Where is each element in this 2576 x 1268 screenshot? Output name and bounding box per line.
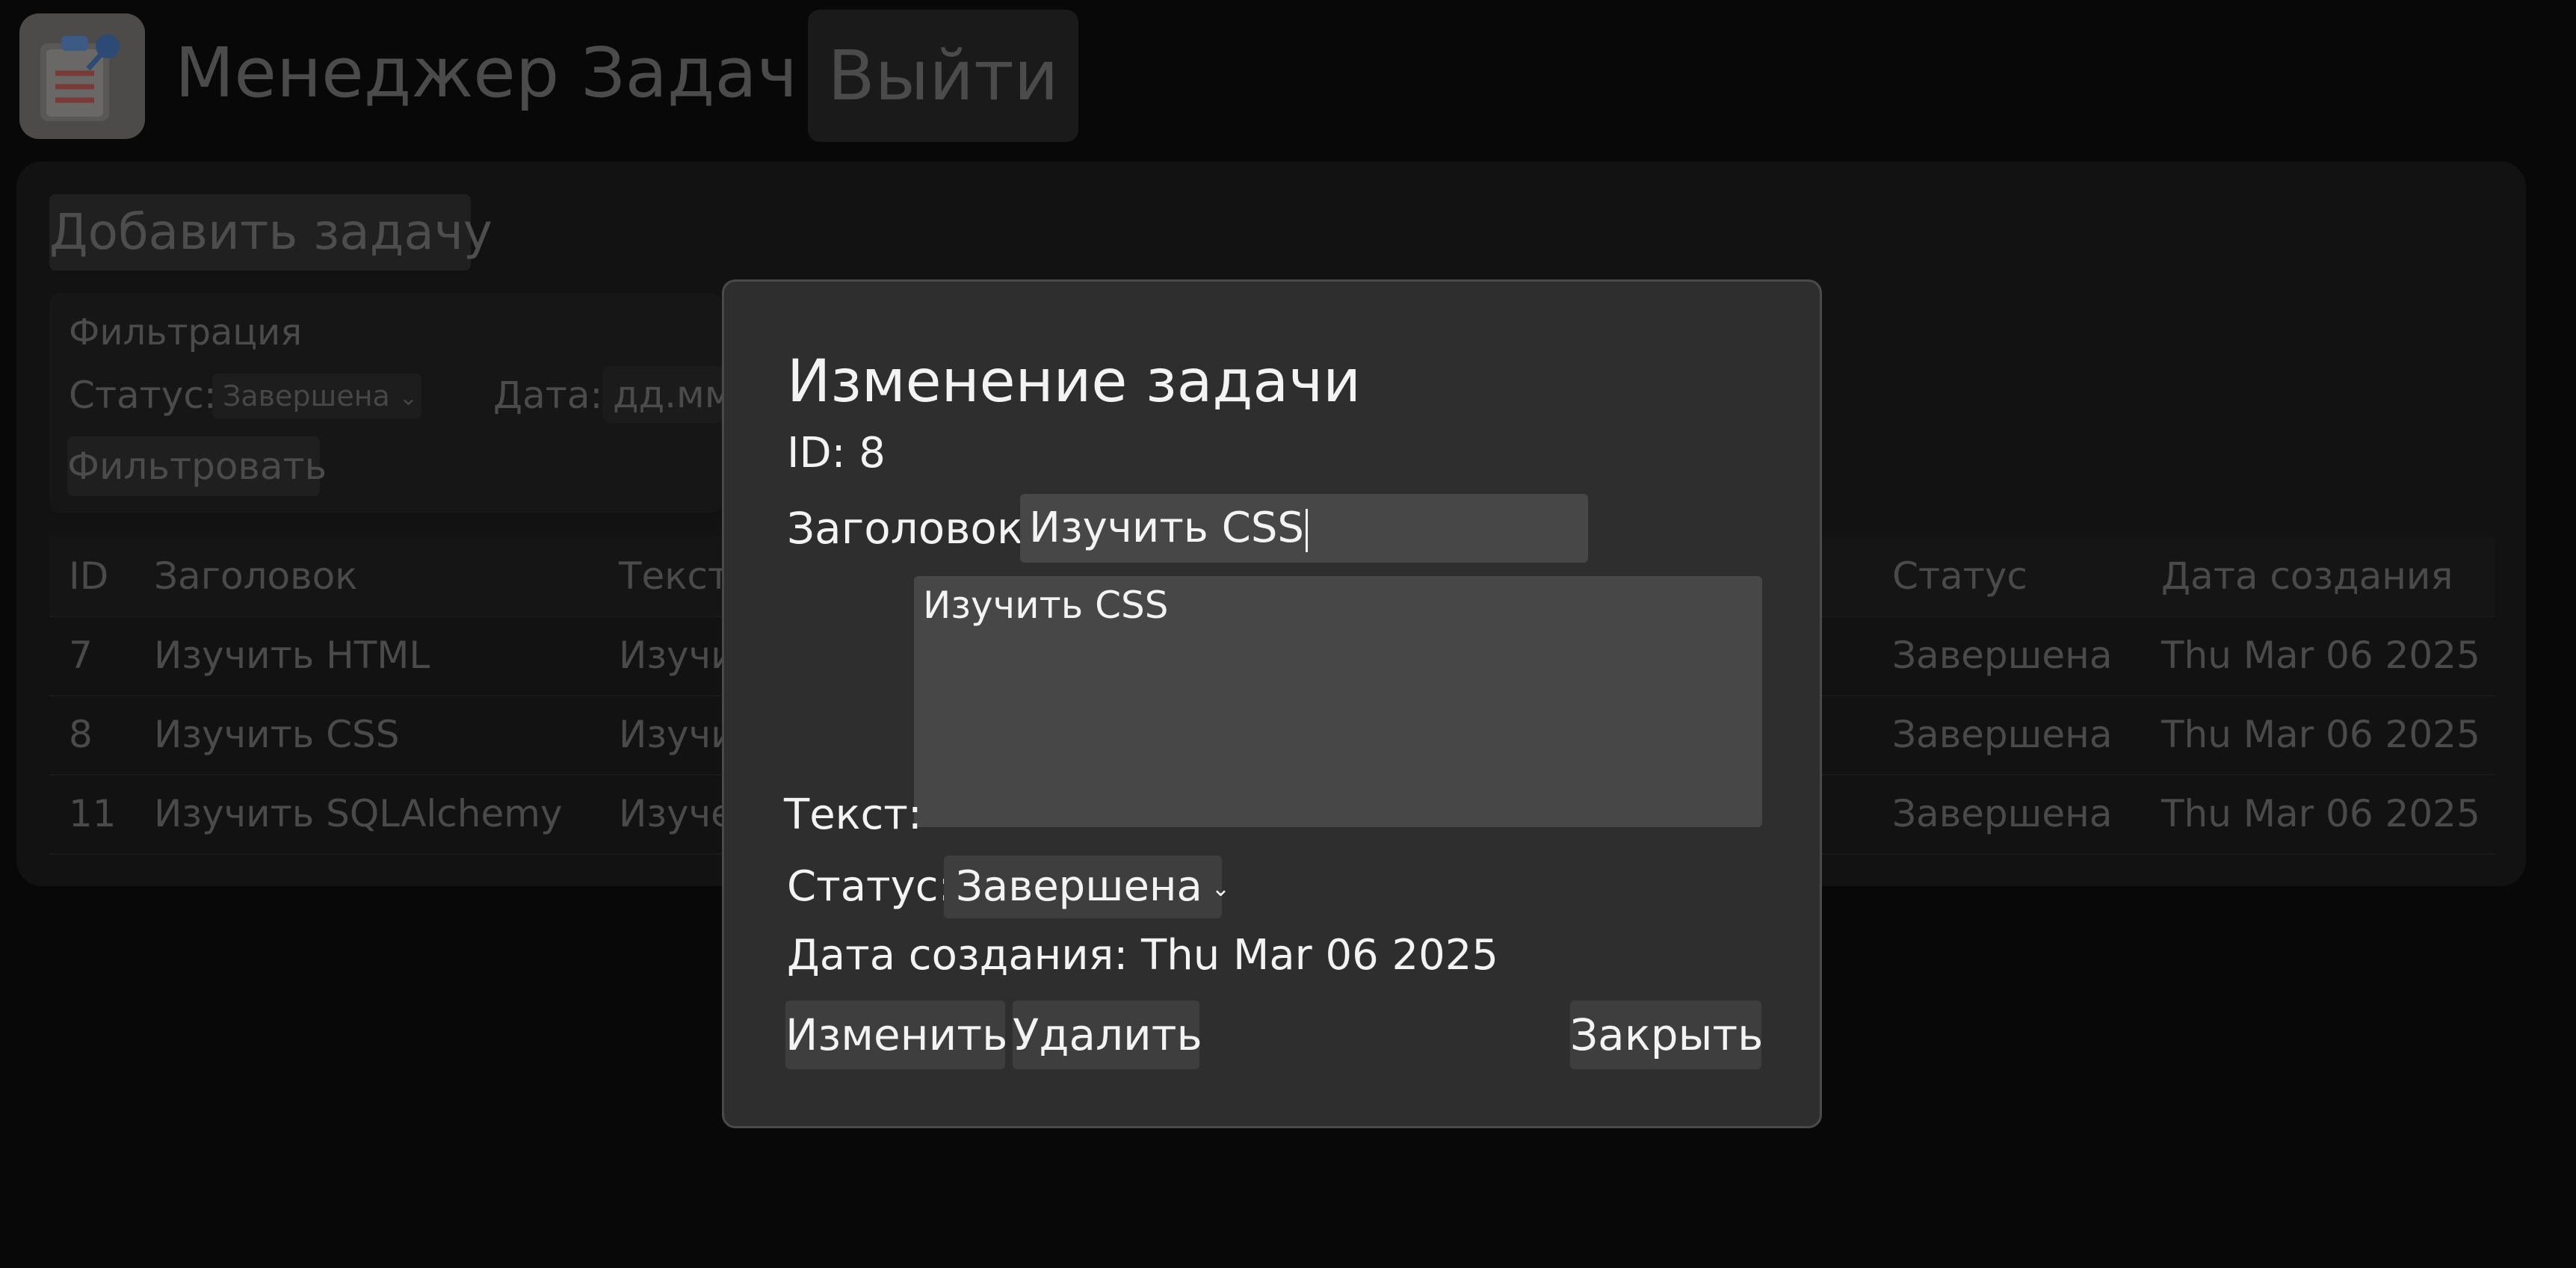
status-field-label: Статус: bbox=[787, 862, 953, 911]
chevron-down-icon: ⌄ bbox=[1211, 875, 1230, 902]
title-field-label: Заголовок: bbox=[787, 503, 1038, 554]
delete-button[interactable]: Удалить bbox=[1013, 1001, 1202, 1069]
title-input[interactable]: Изучить CSS bbox=[1020, 494, 1588, 563]
cell-date: Thu Mar 06 2025 bbox=[2161, 713, 2480, 756]
title-input-value: Изучить CSS bbox=[1029, 504, 1304, 552]
status-select-value: Завершена bbox=[956, 862, 1202, 911]
cell-status: Завершена bbox=[1892, 634, 2113, 677]
close-button[interactable]: Закрыть bbox=[1570, 1001, 1763, 1069]
cell-date: Thu Mar 06 2025 bbox=[2161, 634, 2480, 677]
cell-text: Изуче bbox=[619, 792, 734, 835]
cell-id: 7 bbox=[69, 634, 93, 677]
app-logo bbox=[19, 13, 145, 139]
text-field-label: Текст: bbox=[784, 791, 922, 839]
column-header-title: Заголовок bbox=[154, 554, 358, 598]
cell-text: Изучи bbox=[619, 713, 735, 756]
cell-title: Изучить SQLAlchemy bbox=[154, 792, 563, 835]
filter-status-label: Статус: bbox=[69, 374, 217, 417]
cell-text: Изучи bbox=[619, 634, 735, 677]
filter-status-value: Завершена bbox=[223, 380, 390, 412]
edit-button[interactable]: Изменить bbox=[785, 1001, 1007, 1069]
cell-id: 11 bbox=[69, 792, 117, 835]
column-header-date: Дата создания bbox=[2161, 554, 2453, 598]
column-header-status: Статус bbox=[1892, 554, 2027, 598]
clipboard-pin-icon bbox=[40, 34, 120, 121]
cell-id: 8 bbox=[69, 713, 93, 756]
filter-button[interactable]: Фильтровать bbox=[67, 436, 327, 496]
logout-button[interactable]: Выйти bbox=[808, 10, 1078, 142]
filter-title: Фильтрация bbox=[69, 312, 303, 353]
filter-date-input[interactable]: дд.мм bbox=[602, 366, 729, 423]
app-title: Менеджер Задач bbox=[175, 33, 798, 113]
column-header-id: ID bbox=[69, 554, 109, 598]
cell-title: Изучить CSS bbox=[154, 713, 400, 756]
filter-date-label: Дата: bbox=[493, 374, 603, 417]
chevron-down-icon: ⌄ bbox=[398, 384, 418, 411]
status-select[interactable]: Завершена ⌄ bbox=[944, 856, 1230, 918]
cell-status: Завершена bbox=[1892, 792, 2113, 835]
add-task-button[interactable]: Добавить задачу bbox=[49, 194, 492, 270]
created-date-text: Дата создания: Thu Mar 06 2025 bbox=[787, 931, 1499, 980]
cell-date: Thu Mar 06 2025 bbox=[2161, 792, 2480, 835]
text-textarea[interactable]: Изучить CSS bbox=[914, 576, 1762, 827]
modal-title: Изменение задачи bbox=[787, 348, 1361, 415]
text-cursor bbox=[1305, 508, 1308, 552]
cell-status: Завершена bbox=[1892, 713, 2113, 756]
column-header-text: Текст bbox=[619, 554, 730, 598]
task-id-text: ID: 8 bbox=[787, 429, 886, 477]
cell-title: Изучить HTML bbox=[154, 634, 430, 677]
edit-task-modal: Изменение задачи ID: 8 Заголовок: Изучит… bbox=[722, 279, 1822, 1128]
filter-status-select[interactable]: Завершена ⌄ bbox=[212, 374, 421, 418]
